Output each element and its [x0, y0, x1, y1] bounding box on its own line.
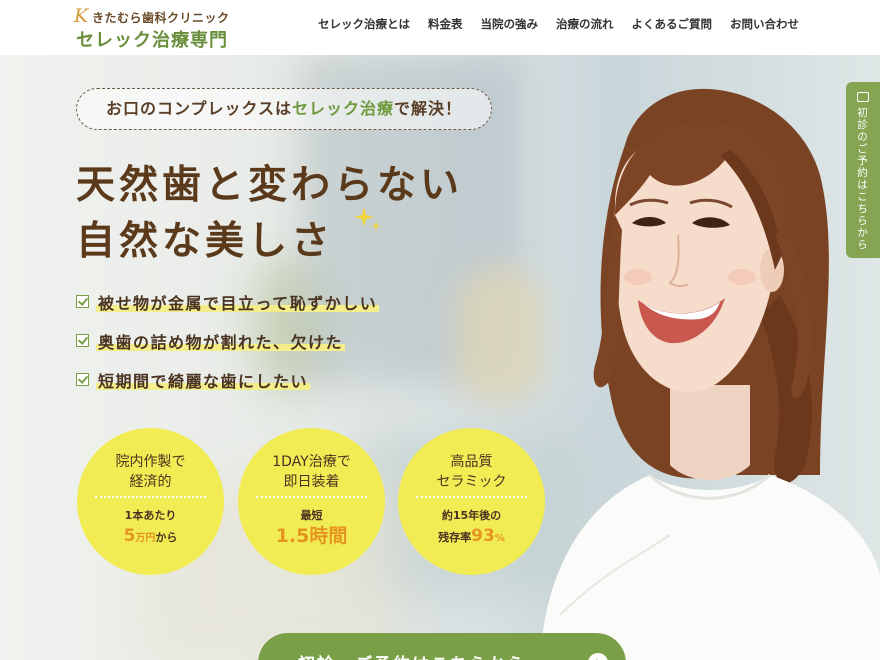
nav-item-flow[interactable]: 治療の流れ: [547, 16, 623, 32]
list-item: 被せ物が金属で目立って恥ずかしい: [76, 290, 380, 329]
list-item: 奥歯の詰め物が割れた、欠けた: [76, 329, 379, 368]
feature-tail: から: [155, 531, 178, 544]
feature-detail-label: 約15年後の: [441, 509, 502, 522]
hero-section: お口のコンプレックスはセレック治療で解決！ 天然歯と変わらない 自然な美しさ 被…: [0, 55, 880, 660]
tagline-badge: お口のコンプレックスはセレック治療で解決！: [76, 88, 492, 130]
checkbox-icon: [76, 295, 89, 308]
smiling-woman-photo: [540, 88, 880, 660]
list-item: 短期間で綺麗な歯にしたい: [76, 368, 379, 407]
checkbox-icon: [76, 373, 89, 386]
feature-unit: %: [494, 533, 505, 544]
nav-item-cerec[interactable]: セレック治療とは: [309, 16, 419, 32]
concern-checklist: 被せ物が金属で目立って恥ずかしい 奥歯の詰め物が割れた、欠けた 短期間で綺麗な歯…: [76, 290, 380, 407]
checkbox-icon: [76, 334, 89, 347]
cta-label: 初診・ご予約はこちらから: [298, 650, 526, 660]
side-reservation-tab[interactable]: 初診のご予約はこちらから: [846, 82, 880, 258]
feature-value: 5: [123, 526, 136, 546]
clinic-name: きたむら歯科クリニック: [92, 11, 230, 25]
feature-heading-line2: 即日装着: [283, 474, 340, 490]
tagline-text: お口のコンプレックスは: [105, 99, 292, 118]
side-tab-label: 初診のご予約はこちらから: [856, 107, 868, 251]
headline-line-1: 天然歯と変わらない: [76, 163, 464, 208]
feature-circle-cost: 院内作製で 経済的 1本あたり 5万円から: [77, 428, 224, 575]
site-header: K きたむら歯科クリニック セレック治療専門 セレック治療とは 料金表 当院の強…: [0, 0, 880, 55]
check-text: 奥歯の詰め物が割れた、欠けた: [96, 329, 346, 353]
feature-circle-ceramic: 高品質 セラミック 約15年後の 残存率93%: [398, 428, 545, 575]
main-nav: セレック治療とは 料金表 当院の強み 治療の流れ よくあるご質問 お問い合わせ: [309, 16, 808, 32]
feature-detail-label: 1本あたり: [124, 509, 177, 522]
feature-value: 93: [471, 526, 495, 546]
feature-circle-oneday: 1DAY治療で 即日装着 最短 1.5時間: [238, 428, 385, 575]
sparkle-icon: [354, 207, 381, 231]
feature-heading-line1: 高品質: [450, 454, 493, 470]
nav-item-strengths[interactable]: 当院の強み: [472, 16, 548, 32]
nav-item-contact[interactable]: お問い合わせ: [721, 16, 808, 32]
logo-mark: K: [74, 5, 89, 27]
dotted-divider: [256, 496, 367, 498]
feature-detail: 最短 1.5時間: [238, 506, 385, 549]
check-text: 短期間で綺麗な歯にしたい: [96, 368, 311, 392]
nav-item-price[interactable]: 料金表: [419, 16, 472, 32]
feature-detail: 1本あたり 5万円から: [77, 506, 224, 549]
feature-unit: 万円: [135, 533, 156, 544]
site-title: セレック治療専門: [76, 30, 228, 51]
feature-heading-line2: 経済的: [129, 474, 172, 490]
check-text: 被せ物が金属で目立って恥ずかしい: [96, 290, 380, 314]
tagline-accent: セレック治療: [292, 99, 395, 118]
feature-detail: 約15年後の 残存率93%: [398, 506, 545, 549]
feature-heading: 1DAY治療で 即日装着: [238, 452, 385, 492]
feature-detail-label: 最短: [300, 509, 323, 522]
feature-value: 1.5時間: [275, 525, 348, 547]
feature-heading: 院内作製で 経済的: [77, 452, 224, 492]
hero-headline: 天然歯と変わらない 自然な美しさ: [76, 158, 463, 270]
feature-heading-line1: 1DAY治療で: [272, 454, 351, 470]
headline-line-2: 自然な美しさ: [76, 219, 335, 264]
feature-heading-line1: 院内作製で: [115, 454, 186, 470]
tagline-suffix: で解決！: [394, 99, 463, 118]
chevron-right-icon: ›: [588, 653, 608, 660]
dotted-divider: [416, 496, 527, 498]
feature-heading-line2: セラミック: [436, 474, 507, 490]
reservation-cta-button[interactable]: 初診・ご予約はこちらから ›: [258, 633, 626, 660]
nav-item-faq[interactable]: よくあるご質問: [623, 16, 722, 32]
dotted-divider: [95, 496, 206, 498]
feature-heading: 高品質 セラミック: [398, 452, 545, 492]
feature-prefix: 残存率: [438, 531, 472, 544]
calendar-icon: [857, 92, 869, 102]
